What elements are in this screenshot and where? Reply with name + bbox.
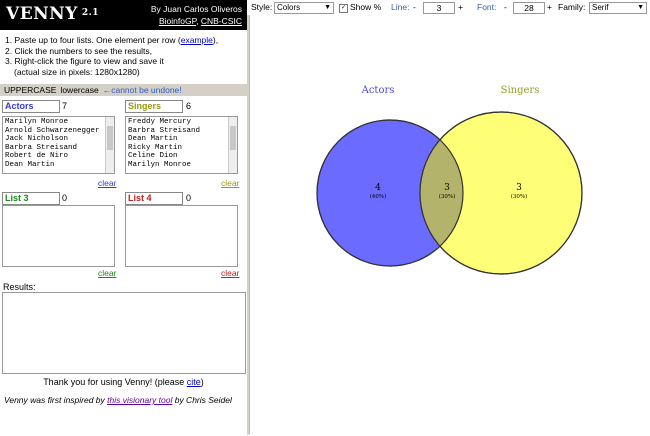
instructions: 1. Paste up to four lists. One element p… bbox=[5, 35, 219, 77]
list2-textarea[interactable]: Freddy Mercury Barbra Streisand Dean Mar… bbox=[125, 116, 238, 174]
input-panel: VENNY 2.1 By Juan Carlos Oliveros Bioinfo… bbox=[0, 0, 247, 435]
list3-textarea[interactable] bbox=[2, 205, 115, 267]
figure-toolbar: Style: Colors ▼ ✓ Show % Line: - 3 + Font… bbox=[247, 0, 650, 15]
chevron-down-icon: ▼ bbox=[324, 4, 331, 11]
results-textarea[interactable] bbox=[2, 292, 246, 374]
venn-canvas[interactable]: Actors Singers 4 (40%) 3 (30%) 3 (30%) bbox=[249, 15, 650, 434]
list2-count: 6 bbox=[186, 101, 192, 111]
case-warning: ←cannot be undone! bbox=[102, 85, 182, 95]
family-label: Family: bbox=[558, 2, 586, 12]
venn-diagram[interactable]: Actors Singers 4 (40%) 3 (30%) 3 (30%) bbox=[250, 15, 650, 434]
line-increase-button[interactable]: + bbox=[458, 0, 463, 15]
inspired-text: Venny was first inspired by this visiona… bbox=[4, 395, 232, 405]
list3-clear-link[interactable]: clear bbox=[98, 268, 116, 278]
case-bar: UPPERCASE lowercase ←cannot be undone! bbox=[0, 84, 247, 96]
chevron-down-icon: ▼ bbox=[637, 4, 644, 11]
logo-text: VENNY bbox=[6, 4, 78, 24]
thanks-text: Thank you for using Venny! (please cite) bbox=[43, 377, 204, 387]
list1-textarea[interactable]: Marilyn Monroe Arnold Schwarzenegger Jac… bbox=[2, 116, 115, 174]
only-b-count[interactable]: 3 bbox=[516, 183, 522, 193]
list2-name-input[interactable]: Singers bbox=[125, 100, 183, 113]
set-b-label: Singers bbox=[501, 85, 540, 96]
style-select[interactable]: Colors ▼ bbox=[274, 2, 334, 14]
list1-name-input[interactable]: Actors bbox=[2, 100, 60, 113]
line-decrease-button[interactable]: - bbox=[413, 0, 416, 15]
list1-scrollbar[interactable] bbox=[105, 117, 114, 173]
show-percent-checkbox[interactable]: ✓ bbox=[339, 4, 348, 13]
list3-count: 0 bbox=[62, 193, 68, 203]
lowercase-button[interactable]: lowercase bbox=[60, 85, 98, 95]
font-decrease-button[interactable]: - bbox=[504, 0, 507, 15]
list3-name-input[interactable]: List 3 bbox=[2, 192, 60, 205]
list2-clear-link[interactable]: clear bbox=[221, 178, 239, 188]
list4-name-input[interactable]: List 4 bbox=[125, 192, 183, 205]
list4-clear-link[interactable]: clear bbox=[221, 268, 239, 278]
list1-clear-link[interactable]: clear bbox=[98, 178, 116, 188]
font-label: Font: bbox=[477, 2, 497, 12]
list4-textarea[interactable] bbox=[125, 205, 238, 267]
list1-count: 7 bbox=[62, 101, 68, 111]
both-count[interactable]: 3 bbox=[444, 183, 450, 193]
header-bar: VENNY 2.1 By Juan Carlos Oliveros Bioinfo… bbox=[0, 0, 247, 30]
only-b-percent: (30%) bbox=[511, 193, 528, 200]
list2-scrollbar[interactable] bbox=[228, 117, 237, 173]
app-logo: VENNY 2.1 bbox=[6, 4, 99, 24]
line-label: Line: bbox=[391, 2, 410, 12]
font-family-select[interactable]: Serif ▼ bbox=[589, 2, 647, 14]
set-a-label: Actors bbox=[361, 85, 395, 96]
visionary-tool-link[interactable]: this visionary tool bbox=[107, 395, 172, 405]
both-percent: (30%) bbox=[439, 193, 456, 200]
bioinfogp-link[interactable]: BioinfoGP bbox=[159, 16, 196, 26]
line-width-input[interactable]: 3 bbox=[423, 2, 455, 14]
show-percent-label: Show % bbox=[350, 2, 382, 12]
results-label: Results: bbox=[3, 282, 36, 292]
list4-count: 0 bbox=[186, 193, 192, 203]
only-a-percent: (40%) bbox=[370, 193, 387, 200]
style-label: Style: bbox=[251, 2, 273, 12]
cite-link[interactable]: cite bbox=[187, 377, 201, 387]
author-name: By Juan Carlos Oliveros bbox=[150, 4, 242, 14]
cnb-csic-link[interactable]: CNB-CSIC bbox=[201, 16, 242, 26]
uppercase-button[interactable]: UPPERCASE bbox=[4, 85, 56, 95]
only-a-count[interactable]: 4 bbox=[375, 183, 381, 193]
font-increase-button[interactable]: + bbox=[547, 0, 552, 15]
author-block: By Juan Carlos Oliveros BioinfoGP, CNB-C… bbox=[150, 4, 242, 26]
font-size-input[interactable]: 28 bbox=[513, 2, 545, 14]
version-label: 2.1 bbox=[81, 8, 100, 18]
example-link[interactable]: example bbox=[181, 35, 213, 45]
